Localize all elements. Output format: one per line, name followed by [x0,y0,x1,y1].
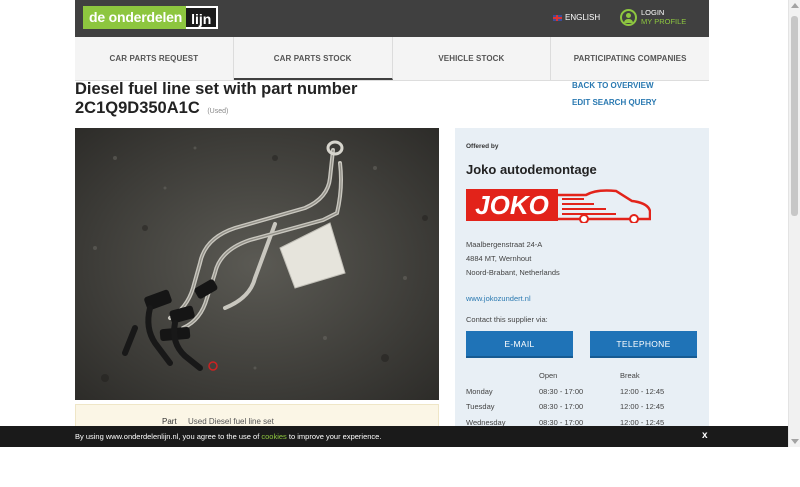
language-selector[interactable]: ENGLISH [553,13,600,22]
joko-logo-text: JOKO [475,190,549,220]
joko-logo: JOKO [466,189,651,223]
hours-day: Monday [466,386,493,396]
contact-prompt: Contact this supplier via: [466,315,548,324]
hours-col-open: Open [539,371,558,381]
cookie-message: By using www.onderdelenlijn.nl, you agre… [75,432,381,441]
site-logo[interactable]: de onderdelen lijn [83,6,219,29]
tab-car-parts-stock[interactable]: CAR PARTS STOCK [233,37,393,80]
logo-text-part1: de onderdelen [83,6,187,29]
my-profile-label: MY PROFILE [641,17,687,26]
cookie-text-before: By using www.onderdelenlijn.nl, you agre… [75,432,262,441]
browser-viewport: de onderdelen lijn ENGLISH LOGIN MY PROF… [0,0,788,447]
cookies-link[interactable]: cookies [261,432,286,441]
tab-car-parts-request[interactable]: CAR PARTS REQUEST [75,37,234,80]
detail-label-part: Part [162,417,177,426]
tab-vehicle-stock[interactable]: VEHICLE STOCK [393,37,552,80]
uk-flag-icon [553,14,562,21]
hours-break: 12:00 - 12:45 [620,402,665,412]
hours-row: Tuesday 08:30 - 17:00 12:00 - 12:45 [466,399,680,415]
tab-participating-companies[interactable]: PARTICIPATING COMPANIES [551,37,709,80]
login-label: LOGIN [641,8,665,17]
hours-open: 08:30 - 17:00 [539,402,584,412]
supplier-panel: Offered by Joko autodemontage JOKO Maalb… [455,128,709,447]
supplier-address: Maalbergenstraat 24-A 4884 MT, Wernhout … [466,238,560,280]
login-link[interactable]: LOGIN MY PROFILE [620,8,686,26]
scroll-down-icon[interactable] [791,439,799,444]
language-label: ENGLISH [565,13,601,22]
email-button[interactable]: E-MAIL [466,331,573,358]
edit-search-query-link[interactable]: EDIT SEARCH QUERY [572,94,657,111]
address-region: Noord-Brabant, Netherlands [466,268,560,277]
hours-break: 12:00 - 12:45 [620,386,665,396]
logo-text-part2: lijn [186,6,219,29]
address-city: 4884 MT, Wernhout [466,254,532,263]
hours-row: Monday 08:30 - 17:00 12:00 - 12:45 [466,384,680,400]
product-photo[interactable] [75,128,439,400]
site-header: de onderdelen lijn ENGLISH LOGIN MY PROF… [75,0,709,37]
back-to-overview-link[interactable]: BACK TO OVERVIEW [572,77,657,94]
hours-open: 08:30 - 17:00 [539,386,584,396]
fuel-line-photo-image [75,128,439,400]
page-title: Diesel fuel line set with part number 2C… [75,80,415,121]
cookie-text-after: to improve your experience. [286,432,382,441]
cookie-close-button[interactable]: x [702,430,708,441]
hours-col-break: Break [620,371,640,381]
cookie-bar: By using www.onderdelenlijn.nl, you agre… [0,426,788,447]
condition-badge: (Used) [207,108,229,115]
opening-hours-table: Open Break Monday 08:30 - 17:00 12:00 - … [466,368,680,430]
scroll-up-icon[interactable] [791,3,799,8]
scrollbar-thumb[interactable] [791,16,798,216]
telephone-button[interactable]: TELEPHONE [590,331,697,358]
blank-area [0,447,800,487]
main-nav: CAR PARTS REQUEST CAR PARTS STOCK VEHICL… [75,37,709,81]
vertical-scrollbar[interactable] [788,0,800,447]
side-links: BACK TO OVERVIEW EDIT SEARCH QUERY [572,77,657,111]
user-icon [620,8,637,26]
hours-day: Tuesday [466,402,495,412]
supplier-website-link[interactable]: www.jokozundert.nl [466,294,531,303]
address-street: Maalbergenstraat 24-A [466,240,543,249]
offered-by-label: Offered by [466,143,499,150]
detail-value-part: Used Diesel fuel line set [188,417,274,426]
hours-header-row: Open Break [466,368,680,384]
supplier-name: Joko autodemontage [466,162,597,177]
